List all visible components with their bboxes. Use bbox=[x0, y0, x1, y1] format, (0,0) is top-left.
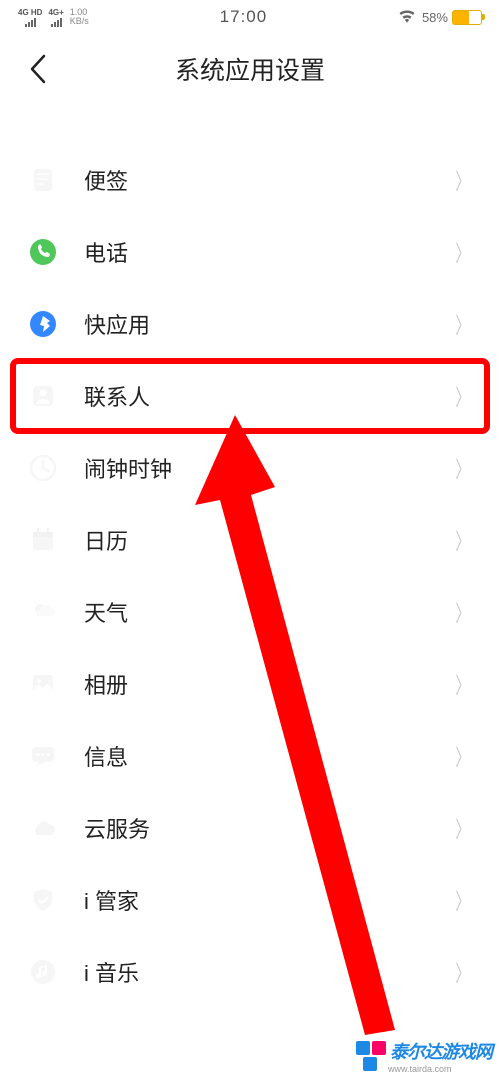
music-icon bbox=[26, 955, 60, 989]
chevron-right-icon: 〉 bbox=[455, 524, 470, 556]
row-label: 电话 bbox=[84, 236, 128, 268]
status-bar: 4G HD 4G+ 1.00 KB/s 17:00 58% bbox=[0, 0, 500, 34]
status-left: 4G HD 4G+ 1.00 KB/s bbox=[18, 8, 89, 27]
chevron-right-icon: 〉 bbox=[455, 812, 470, 844]
row-label: 日历 bbox=[84, 524, 128, 556]
row-label: 闹钟时钟 bbox=[84, 452, 172, 484]
cloud-icon bbox=[26, 811, 60, 845]
row-notes[interactable]: 便签 〉 bbox=[0, 144, 500, 216]
row-imusic[interactable]: i 音乐 〉 bbox=[0, 936, 500, 1008]
chevron-right-icon: 〉 bbox=[455, 956, 470, 988]
row-label: 快应用 bbox=[84, 308, 150, 340]
chevron-right-icon: 〉 bbox=[455, 380, 470, 412]
row-imanager[interactable]: i 管家 〉 bbox=[0, 864, 500, 936]
note-icon bbox=[26, 163, 60, 197]
chevron-right-icon: 〉 bbox=[455, 308, 470, 340]
shield-icon bbox=[26, 883, 60, 917]
back-button[interactable] bbox=[18, 49, 58, 89]
row-label: 信息 bbox=[84, 740, 128, 772]
watermark-logo-icon bbox=[356, 1041, 386, 1071]
row-label: i 音乐 bbox=[84, 956, 139, 988]
row-gallery[interactable]: 相册 〉 bbox=[0, 648, 500, 720]
row-label: 便签 bbox=[84, 164, 128, 196]
status-right: 58% bbox=[398, 9, 482, 26]
calendar-icon bbox=[26, 523, 60, 557]
contacts-icon bbox=[26, 379, 60, 413]
chevron-right-icon: 〉 bbox=[455, 740, 470, 772]
chevron-right-icon: 〉 bbox=[455, 884, 470, 916]
gallery-icon bbox=[26, 667, 60, 701]
row-label: 云服务 bbox=[84, 812, 150, 844]
row-contacts[interactable]: 联系人 〉 bbox=[0, 360, 500, 432]
network-speed: 1.00 KB/s bbox=[70, 8, 89, 26]
clock-icon bbox=[26, 451, 60, 485]
row-label: 天气 bbox=[84, 596, 128, 628]
signal-1: 4G HD bbox=[18, 8, 42, 27]
row-messages[interactable]: 信息 〉 bbox=[0, 720, 500, 792]
row-clock[interactable]: 闹钟时钟 〉 bbox=[0, 432, 500, 504]
nav-header: 系统应用设置 bbox=[0, 34, 500, 104]
status-time: 17:00 bbox=[220, 7, 268, 27]
row-quickapp[interactable]: 快应用 〉 bbox=[0, 288, 500, 360]
chevron-right-icon: 〉 bbox=[455, 668, 470, 700]
signal-2: 4G+ bbox=[48, 8, 63, 27]
battery-icon bbox=[452, 10, 482, 25]
settings-list: 便签〉电话〉快应用〉联系人〉闹钟时钟〉日历〉天气〉相册〉信息〉云服务〉i 管家〉… bbox=[0, 104, 500, 1008]
page-title: 系统应用设置 bbox=[0, 51, 500, 87]
chevron-right-icon: 〉 bbox=[455, 164, 470, 196]
row-label: 联系人 bbox=[84, 380, 150, 412]
row-label: i 管家 bbox=[84, 884, 139, 916]
chevron-right-icon: 〉 bbox=[455, 236, 470, 268]
watermark-text: 泰尔达游戏网 bbox=[390, 1038, 492, 1064]
row-phone[interactable]: 电话 〉 bbox=[0, 216, 500, 288]
watermark: 泰尔达游戏网 www.tairda.com bbox=[356, 1038, 492, 1074]
chevron-right-icon: 〉 bbox=[455, 596, 470, 628]
row-label: 相册 bbox=[84, 668, 128, 700]
row-cloud[interactable]: 云服务 〉 bbox=[0, 792, 500, 864]
wifi-icon bbox=[398, 9, 416, 26]
chevron-right-icon: 〉 bbox=[455, 452, 470, 484]
messages-icon bbox=[26, 739, 60, 773]
watermark-url: www.tairda.com bbox=[388, 1064, 492, 1074]
row-weather[interactable]: 天气 〉 bbox=[0, 576, 500, 648]
quickapp-icon bbox=[26, 307, 60, 341]
battery-indicator: 58% bbox=[422, 10, 482, 25]
weather-icon bbox=[26, 595, 60, 629]
phone-icon bbox=[26, 235, 60, 269]
row-calendar[interactable]: 日历 〉 bbox=[0, 504, 500, 576]
